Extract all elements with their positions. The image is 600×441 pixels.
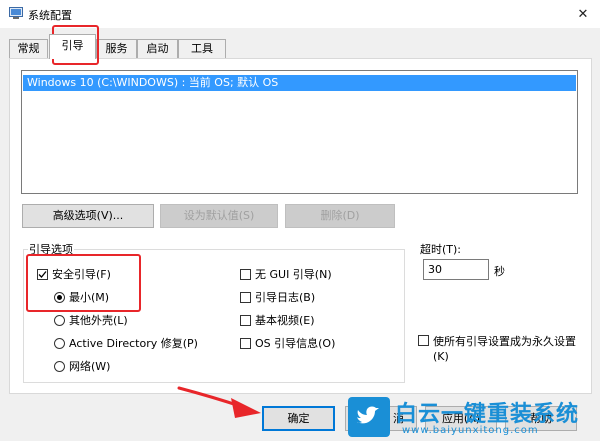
watermark-url: www.baiyunxitong.com — [402, 425, 539, 436]
base-video-label: 基本视频(E) — [255, 314, 315, 327]
checkbox-box — [240, 337, 251, 349]
checkbox-box — [240, 314, 251, 326]
annotation-box-safe-boot — [26, 254, 141, 312]
tab-startup[interactable]: 启动 — [137, 39, 178, 58]
tab-label: 常规 — [17, 42, 40, 55]
timeout-input[interactable]: 30 — [423, 259, 489, 280]
tab-boot[interactable]: 引导 — [49, 34, 96, 59]
no-gui-boot-checkbox[interactable]: 无 GUI 引导(N) — [240, 266, 332, 282]
network-label: 网络(W) — [69, 360, 111, 373]
make-permanent-label: 使所有引导设置成为永久设置 — [433, 335, 576, 348]
make-permanent-shortcut: (K) — [433, 350, 449, 363]
os-boot-info-checkbox[interactable]: OS 引导信息(O) — [240, 335, 335, 351]
network-radio[interactable]: 网络(W) — [54, 358, 110, 374]
tab-label: 引导 — [61, 39, 84, 52]
set-default-button[interactable]: 设为默认值(S) — [160, 204, 278, 228]
close-button[interactable]: ✕ — [566, 0, 600, 28]
tab-label: 工具 — [191, 42, 213, 55]
window-title: 系统配置 — [28, 9, 72, 22]
watermark: 白云一键重装系统 www.baiyunxitong.com — [345, 394, 600, 441]
radio-circle — [54, 314, 65, 326]
no-gui-boot-label: 无 GUI 引导(N) — [255, 268, 332, 281]
make-permanent-checkbox[interactable]: 使所有引导设置成为永久设置 (K) — [418, 334, 593, 364]
os-list-item[interactable]: Windows 10 (C:\WINDOWS) : 当前 OS; 默认 OS — [23, 75, 576, 91]
checkbox-box — [240, 268, 251, 280]
ad-repair-label: Active Directory 修复(P) — [69, 337, 198, 350]
delete-button[interactable]: 删除(D) — [285, 204, 395, 228]
bird-logo-icon — [348, 397, 390, 437]
radio-circle — [54, 360, 65, 372]
ad-repair-radio[interactable]: Active Directory 修复(P) — [54, 335, 198, 351]
timeout-label: 超时(T): — [420, 243, 462, 256]
tab-services[interactable]: 服务 — [96, 39, 137, 58]
watermark-brand: 白云一键重装系统 — [395, 402, 580, 427]
annotation-arrow-icon — [177, 386, 261, 418]
boot-log-checkbox[interactable]: 引导日志(B) — [240, 289, 315, 305]
msconfig-app-icon — [9, 7, 23, 19]
alternate-shell-radio[interactable]: 其他外壳(L) — [54, 312, 128, 328]
tab-label: 服务 — [105, 42, 128, 55]
alternate-shell-label: 其他外壳(L) — [69, 314, 128, 327]
boot-log-label: 引导日志(B) — [255, 291, 316, 304]
radio-circle — [54, 337, 65, 349]
tab-tools[interactable]: 工具 — [178, 39, 226, 58]
timeout-unit: 秒 — [494, 265, 505, 278]
os-list[interactable]: Windows 10 (C:\WINDOWS) : 当前 OS; 默认 OS — [21, 70, 578, 194]
ok-button[interactable]: 确定 — [262, 406, 335, 431]
advanced-options-button[interactable]: 高级选项(V)... — [22, 204, 154, 228]
tab-general[interactable]: 常规 — [9, 39, 48, 58]
close-icon: ✕ — [577, 6, 589, 22]
checkbox-box — [240, 291, 251, 303]
os-boot-info-label: OS 引导信息(O) — [255, 337, 336, 350]
title-bar[interactable] — [0, 0, 600, 28]
checkbox-box — [418, 335, 429, 346]
base-video-checkbox[interactable]: 基本视频(E) — [240, 312, 315, 328]
tab-label: 启动 — [146, 42, 169, 55]
